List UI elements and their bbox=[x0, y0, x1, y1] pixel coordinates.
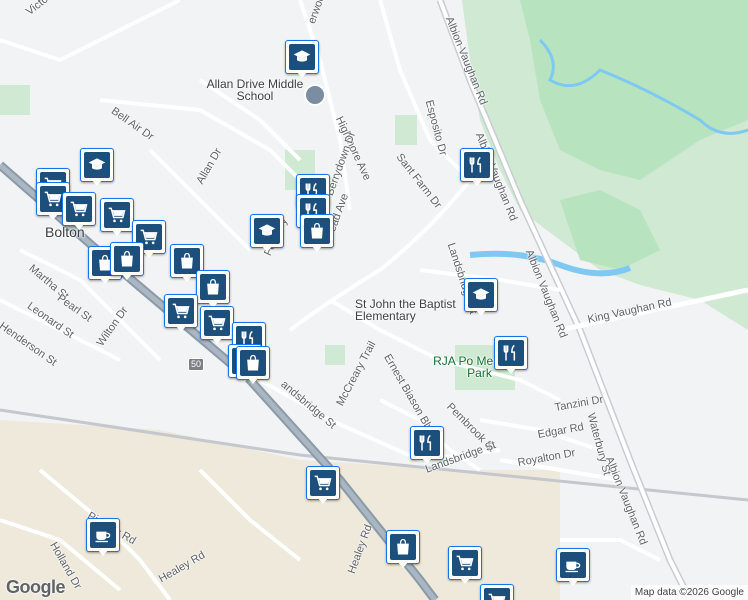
shopping-cart-icon bbox=[452, 550, 478, 576]
shopping-cart-icon bbox=[168, 298, 194, 324]
marker-cafe-1[interactable] bbox=[86, 518, 120, 558]
shopping-bag-icon bbox=[240, 350, 266, 376]
restaurant-icon bbox=[414, 430, 440, 456]
marker-shopping-6[interactable] bbox=[236, 346, 270, 386]
marker-grocery-5[interactable] bbox=[164, 294, 198, 334]
school-icon bbox=[84, 152, 110, 178]
marker-restaurant-landsbridge[interactable] bbox=[410, 426, 444, 466]
marker-allan-drive-school[interactable] bbox=[285, 40, 319, 80]
shopping-cart-icon bbox=[66, 196, 92, 222]
marker-shopping-4[interactable] bbox=[196, 270, 230, 310]
google-logo: Google bbox=[6, 577, 66, 597]
marker-school-bolton[interactable] bbox=[80, 148, 114, 188]
shopping-bag-icon bbox=[304, 218, 330, 244]
map-attribution[interactable]: Map data ©2026 Google bbox=[630, 585, 748, 600]
park-patch-2 bbox=[395, 115, 417, 145]
park-patch-4 bbox=[0, 85, 30, 115]
cafe-icon bbox=[90, 522, 116, 548]
marker-st-john-school[interactable] bbox=[464, 278, 498, 318]
marker-grocery-6[interactable] bbox=[200, 306, 234, 346]
marker-grocery-3[interactable] bbox=[62, 192, 96, 232]
shopping-cart-icon bbox=[484, 588, 510, 600]
cafe-icon bbox=[560, 552, 586, 578]
school-pin-icon[interactable] bbox=[304, 84, 326, 106]
highway-shield-50: 50 bbox=[188, 358, 205, 371]
marker-grocery-4[interactable] bbox=[100, 198, 134, 238]
shopping-bag-icon bbox=[390, 534, 416, 560]
marker-shopping-7[interactable] bbox=[110, 242, 144, 282]
school-icon bbox=[254, 218, 280, 244]
marker-restaurant-rja[interactable] bbox=[494, 336, 528, 376]
poi-label-st-john: St John the Baptist Elementary bbox=[355, 297, 456, 323]
shopping-cart-icon bbox=[310, 470, 336, 496]
shopping-bag-icon bbox=[200, 274, 226, 300]
restaurant-icon bbox=[498, 340, 524, 366]
marker-restaurant-1[interactable] bbox=[460, 148, 494, 188]
marker-grocery-10[interactable] bbox=[480, 584, 514, 600]
poi-label-allan-drive-school: Allan Drive Middle School bbox=[206, 77, 304, 103]
restaurant-icon bbox=[464, 152, 490, 178]
marker-shopping-1[interactable] bbox=[300, 214, 334, 254]
marker-shopping-8[interactable] bbox=[386, 530, 420, 570]
shopping-cart-icon bbox=[104, 202, 130, 228]
marker-grocery-9[interactable] bbox=[448, 546, 482, 586]
park-patch-3 bbox=[325, 345, 345, 365]
school-icon bbox=[468, 282, 494, 308]
marker-school-foundry[interactable] bbox=[250, 214, 284, 254]
map-canvas[interactable]: Victoria St erwood Ter Allan Drive Middl… bbox=[0, 0, 748, 600]
marker-grocery-8[interactable] bbox=[306, 466, 340, 506]
marker-cafe-2[interactable] bbox=[556, 548, 590, 588]
shopping-bag-icon bbox=[114, 246, 140, 272]
shopping-cart-icon bbox=[204, 310, 230, 336]
school-icon bbox=[289, 44, 315, 70]
